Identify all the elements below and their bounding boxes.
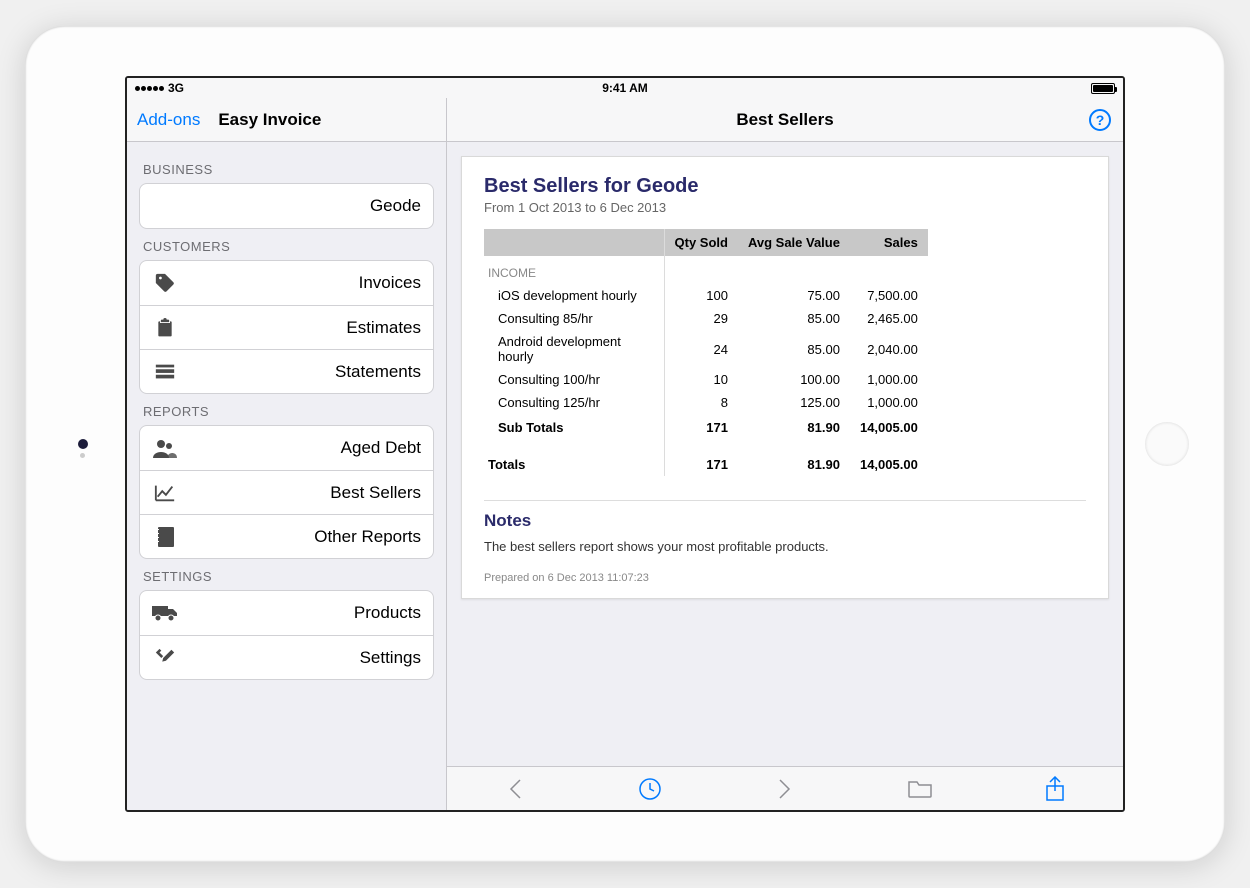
clock: 9:41 AM: [127, 81, 1123, 95]
status-bar: 3G 9:41 AM: [127, 78, 1123, 98]
sidebar-item-settings[interactable]: Settings: [140, 635, 433, 679]
table-cell: Consulting 85/hr: [484, 307, 664, 330]
chart-icon: [152, 483, 178, 503]
sidebar-item-label: Invoices: [178, 273, 421, 293]
home-button[interactable]: [1145, 422, 1189, 466]
sidebar-item-aged-debt[interactable]: Aged Debt: [140, 426, 433, 470]
table-cell: Consulting 100/hr: [484, 368, 664, 391]
stack-icon: [152, 363, 178, 381]
sidebar-item-label: Statements: [178, 362, 421, 382]
table-cell: Consulting 125/hr: [484, 391, 664, 414]
sidebar-item-products[interactable]: Products: [140, 591, 433, 635]
sidebar-item-label: Best Sellers: [178, 483, 421, 503]
sidebar: BUSINESS Geode CUSTOMERS Invoices: [127, 142, 447, 810]
prepared-label: Prepared on 6 Dec 2013 11:07:23: [484, 572, 1086, 584]
nav-left: Add-ons Easy Invoice: [127, 98, 447, 141]
col-sales: Sales: [850, 229, 928, 256]
sidebar-item-other-reports[interactable]: Other Reports: [140, 514, 433, 558]
notes-text: The best sellers report shows your most …: [484, 539, 1086, 554]
tag-icon: [152, 272, 178, 294]
addons-button[interactable]: Add-ons: [137, 110, 200, 130]
section-customers: CUSTOMERS: [139, 229, 434, 260]
table-cell: iOS development hourly: [484, 284, 664, 307]
camera-dot: [78, 439, 88, 449]
sidebar-item-label: Aged Debt: [178, 438, 421, 458]
main-pane: Best Sellers for Geode From 1 Oct 2013 t…: [447, 142, 1123, 810]
col-avg: Avg Sale Value: [738, 229, 850, 256]
people-icon: [152, 438, 178, 458]
history-button[interactable]: [636, 775, 664, 803]
prev-button[interactable]: [501, 775, 529, 803]
business-name: Geode: [152, 196, 421, 216]
page-title: Best Sellers: [736, 110, 833, 130]
sidebar-item-estimates[interactable]: Estimates: [140, 305, 433, 349]
nav-right: Best Sellers ?: [447, 98, 1123, 141]
sidebar-item-best-sellers[interactable]: Best Sellers: [140, 470, 433, 514]
nav-bar: Add-ons Easy Invoice Best Sellers ?: [127, 98, 1123, 142]
app-title: Easy Invoice: [218, 110, 321, 130]
sidebar-item-label: Products: [178, 603, 421, 623]
report-document: Best Sellers for Geode From 1 Oct 2013 t…: [461, 156, 1109, 599]
share-button[interactable]: [1041, 775, 1069, 803]
section-reports: REPORTS: [139, 394, 434, 425]
notes-heading: Notes: [484, 511, 1086, 531]
sidebar-item-label: Other Reports: [178, 527, 421, 547]
folder-button[interactable]: [906, 775, 934, 803]
sidebar-item-label: Settings: [178, 648, 421, 668]
report-range: From 1 Oct 2013 to 6 Dec 2013: [484, 200, 1086, 215]
screen: 3G 9:41 AM Add-ons Easy Invoice Best Sel…: [125, 76, 1125, 812]
notebook-icon: [152, 526, 178, 548]
battery-icon: [1091, 83, 1115, 94]
business-row[interactable]: Geode: [140, 184, 433, 228]
table-cell: Android development hourly: [484, 330, 664, 368]
bottom-toolbar: [447, 766, 1123, 810]
section-business: BUSINESS: [139, 152, 434, 183]
subtotal-label: Sub Totals: [484, 414, 664, 439]
category-label: INCOME: [484, 256, 664, 284]
ipad-frame: 3G 9:41 AM Add-ons Easy Invoice Best Sel…: [25, 26, 1225, 862]
sidebar-item-statements[interactable]: Statements: [140, 349, 433, 393]
tools-icon: [152, 647, 178, 669]
report-table: Qty Sold Avg Sale Value Sales INCOME iOS…: [484, 229, 928, 476]
clipboard-icon: [152, 317, 178, 339]
sidebar-item-label: Estimates: [178, 318, 421, 338]
report-title: Best Sellers for Geode: [484, 175, 1086, 198]
next-button[interactable]: [771, 775, 799, 803]
sidebar-item-invoices[interactable]: Invoices: [140, 261, 433, 305]
truck-icon: [152, 604, 178, 622]
section-settings: SETTINGS: [139, 559, 434, 590]
col-qty: Qty Sold: [664, 229, 738, 256]
total-label: Totals: [484, 439, 664, 476]
help-button[interactable]: ?: [1089, 109, 1111, 131]
divider: [484, 500, 1086, 501]
